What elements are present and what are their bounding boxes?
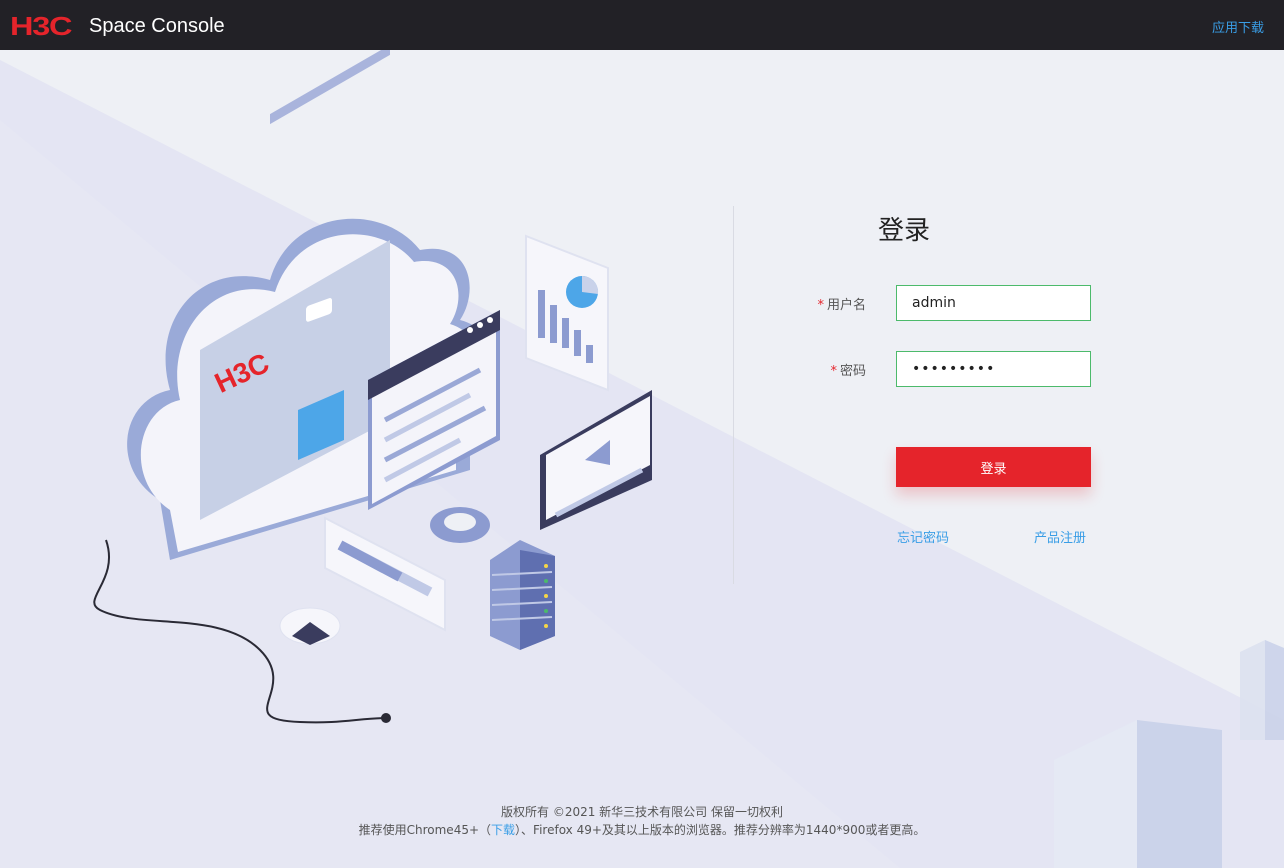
product-name: Space Console xyxy=(89,15,225,37)
vertical-divider xyxy=(733,206,734,584)
h3c-logo-mark: H3C xyxy=(10,11,73,41)
browser-recommendation: 推荐使用Chrome45+（下载）、Firefox 49+及其以上版本的浏览器。… xyxy=(0,821,1284,839)
app-download-link[interactable]: 应用下载 xyxy=(1212,17,1264,36)
brand-logo: H3C Space Console xyxy=(10,11,225,41)
required-mark: * xyxy=(817,298,824,313)
password-label-text: 密码 xyxy=(839,364,866,379)
background-illustration: H3C xyxy=(0,50,1284,868)
footer: 版权所有 ©2021 新华三技术有限公司 保留一切权利 推荐使用Chrome45… xyxy=(0,803,1284,839)
copyright-text: 版权所有 ©2021 新华三技术有限公司 保留一切权利 xyxy=(501,805,783,819)
server-rack xyxy=(490,540,555,650)
browser-suffix: ）、Firefox 49+及其以上版本的浏览器。推荐分辨率为1440*900或者… xyxy=(515,823,926,837)
forgot-password-link[interactable]: 忘记密码 xyxy=(897,527,949,546)
product-register-link[interactable]: 产品注册 xyxy=(1034,527,1086,546)
username-label: * 用户名 xyxy=(776,294,866,313)
chrome-download-link[interactable]: 下载 xyxy=(491,823,515,837)
password-label: * 密码 xyxy=(776,360,866,379)
login-button[interactable]: 登录 xyxy=(896,447,1091,487)
cable-plug xyxy=(381,713,391,723)
required-mark: * xyxy=(830,364,837,379)
password-input[interactable] xyxy=(896,351,1091,387)
login-title: 登录 xyxy=(878,216,931,246)
gear-decor xyxy=(430,507,490,543)
top-bar: H3C Space Console 应用下载 xyxy=(0,0,1284,50)
browser-prefix: 推荐使用Chrome45+（ xyxy=(358,823,492,837)
username-label-text: 用户名 xyxy=(826,298,866,313)
username-input[interactable] xyxy=(896,285,1091,321)
